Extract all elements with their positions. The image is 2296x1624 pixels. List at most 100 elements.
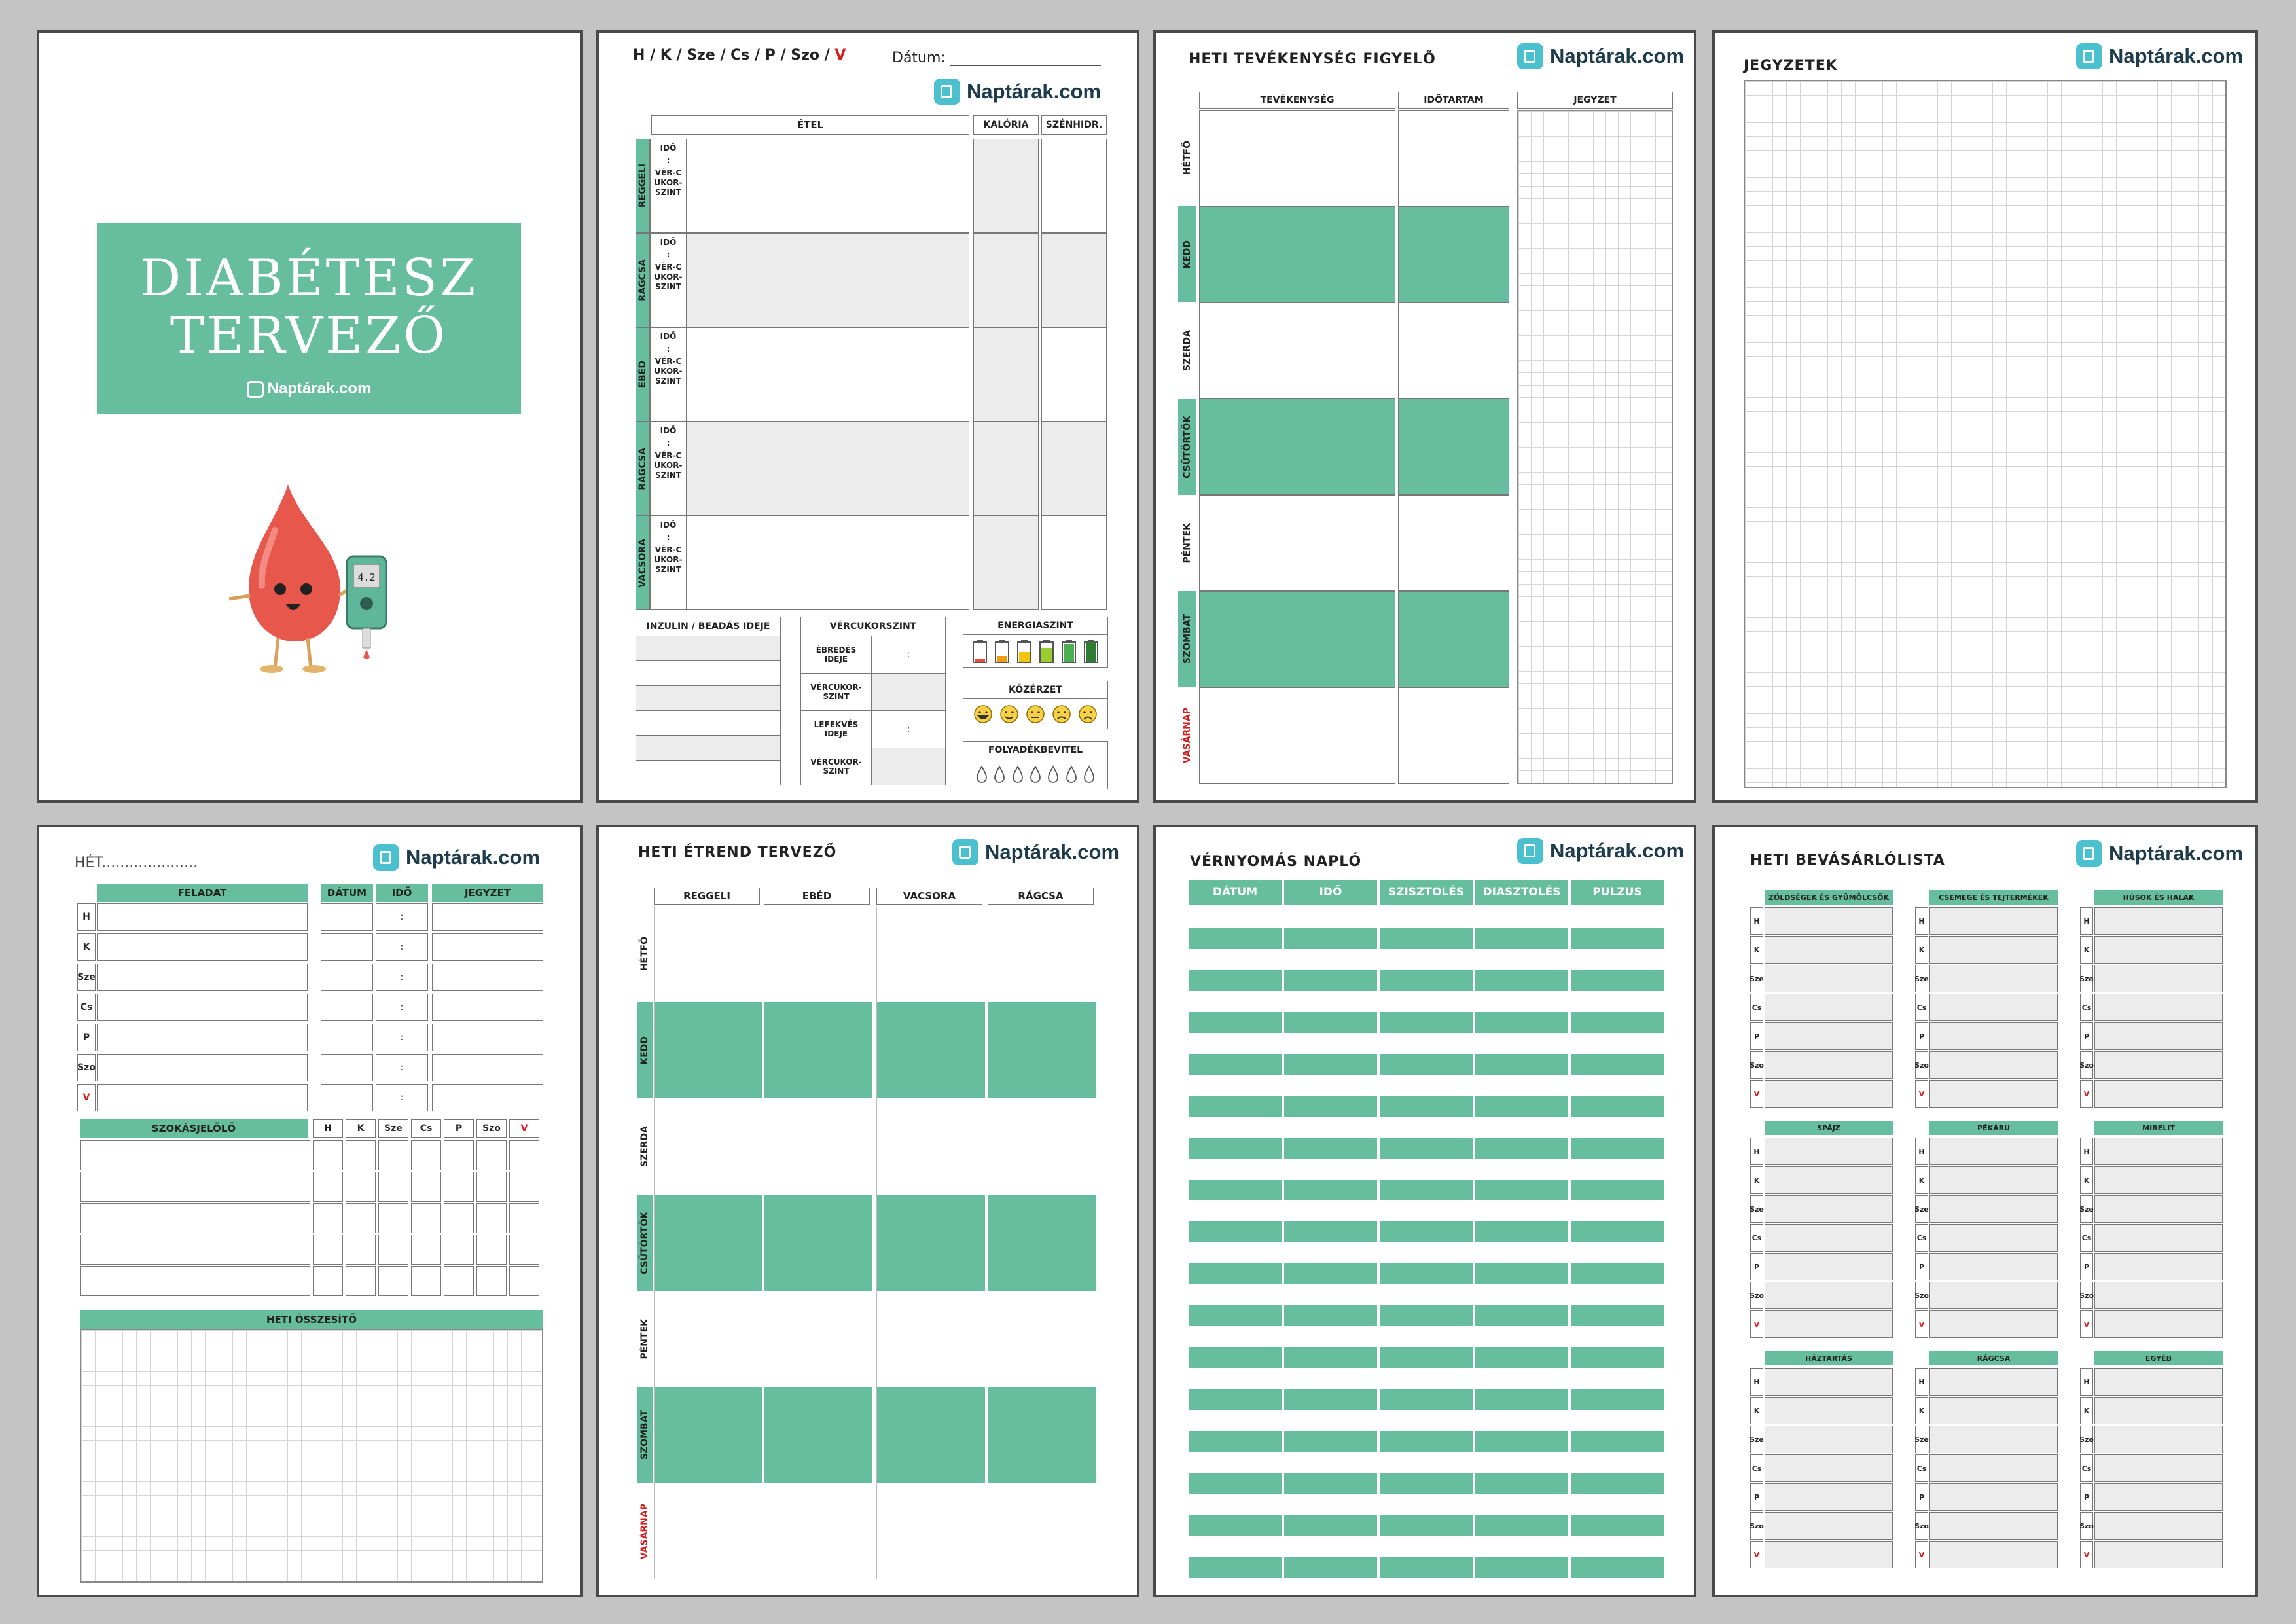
bp-cell[interactable]	[1189, 1452, 1282, 1473]
insulin-row[interactable]	[636, 661, 781, 686]
date-field[interactable]: Dátum:	[892, 50, 1108, 66]
bp-cell[interactable]	[1380, 991, 1473, 1012]
bp-cell[interactable]	[1475, 1431, 1568, 1452]
bp-cell[interactable]	[1571, 907, 1664, 928]
meal-plan-cell[interactable]	[764, 1098, 872, 1195]
bp-cell[interactable]	[1189, 928, 1282, 949]
insulin-row[interactable]	[636, 761, 781, 785]
bp-cell[interactable]	[1189, 1389, 1282, 1410]
bp-cell[interactable]	[1571, 1494, 1664, 1515]
bp-cell[interactable]	[1284, 1117, 1377, 1138]
habit-check-cell[interactable]	[378, 1140, 408, 1170]
habit-check-cell[interactable]	[313, 1172, 343, 1202]
bp-cell[interactable]	[1380, 1389, 1473, 1410]
duration-cell[interactable]	[1398, 206, 1509, 302]
neutral-face-icon[interactable]	[1026, 704, 1045, 724]
bp-cell[interactable]	[1380, 1305, 1473, 1326]
bp-cell[interactable]	[1380, 1012, 1473, 1033]
date-cell[interactable]	[321, 1054, 373, 1081]
activity-cell[interactable]	[1199, 399, 1395, 495]
bp-cell[interactable]	[1475, 907, 1568, 928]
sugar-value-cell[interactable]	[872, 674, 945, 710]
shop-item-cell[interactable]	[1765, 1166, 1893, 1194]
bp-cell[interactable]	[1284, 1012, 1377, 1033]
shop-item-cell[interactable]	[2094, 1166, 2223, 1194]
shop-item-cell[interactable]	[1929, 1051, 2058, 1079]
habit-check-cell[interactable]	[444, 1203, 474, 1233]
habit-check-cell[interactable]	[411, 1172, 441, 1202]
bp-cell[interactable]	[1284, 1536, 1377, 1557]
bp-cell[interactable]	[1380, 1284, 1473, 1305]
habit-check-cell[interactable]	[346, 1140, 376, 1170]
shop-item-cell[interactable]	[2094, 907, 2223, 935]
habit-check-cell[interactable]	[476, 1203, 507, 1233]
shop-item-cell[interactable]	[1765, 1483, 1893, 1511]
bp-cell[interactable]	[1189, 1221, 1282, 1242]
bp-cell[interactable]	[1475, 1221, 1568, 1242]
shop-item-cell[interactable]	[2094, 1051, 2223, 1079]
bp-cell[interactable]	[1189, 970, 1282, 991]
habit-check-cell[interactable]	[476, 1235, 507, 1265]
bp-cell[interactable]	[1571, 1410, 1664, 1431]
meal-plan-cell[interactable]	[988, 1098, 1096, 1195]
task-cell[interactable]	[97, 994, 308, 1021]
food-cell[interactable]	[687, 139, 969, 233]
habit-name-cell[interactable]	[80, 1203, 310, 1233]
time-cell[interactable]: :	[376, 903, 428, 931]
insulin-row[interactable]	[636, 736, 781, 761]
shop-item-cell[interactable]	[1929, 965, 2058, 992]
bp-cell[interactable]	[1475, 1117, 1568, 1138]
day-szo[interactable]: Szo	[791, 47, 819, 63]
bp-cell[interactable]	[1475, 949, 1568, 970]
shop-item-cell[interactable]	[1929, 1282, 2058, 1309]
habit-check-cell[interactable]	[411, 1140, 441, 1170]
food-cell[interactable]	[687, 327, 969, 422]
bp-cell[interactable]	[1189, 1494, 1282, 1515]
meal-plan-cell[interactable]	[764, 1291, 872, 1387]
time-cell[interactable]: :	[376, 1054, 428, 1081]
bp-cell[interactable]	[1571, 1347, 1664, 1368]
bp-cell[interactable]	[1571, 1473, 1664, 1494]
notes-grid[interactable]	[1744, 80, 2227, 788]
bp-cell[interactable]	[1189, 1410, 1282, 1431]
date-cell[interactable]	[321, 1084, 373, 1111]
day-sze[interactable]: Sze	[687, 47, 715, 63]
habit-check-cell[interactable]	[378, 1172, 408, 1202]
bp-cell[interactable]	[1475, 1494, 1568, 1515]
calorie-cell[interactable]	[973, 422, 1039, 516]
bp-cell[interactable]	[1380, 1075, 1473, 1096]
carb-cell[interactable]	[1041, 422, 1107, 516]
bp-cell[interactable]	[1189, 907, 1282, 928]
date-cell[interactable]	[321, 964, 373, 991]
day-k[interactable]: K	[660, 47, 672, 63]
bp-cell[interactable]	[1380, 1054, 1473, 1075]
time-cell[interactable]: :	[376, 994, 428, 1021]
bp-cell[interactable]	[1571, 928, 1664, 949]
task-cell[interactable]	[97, 903, 308, 931]
bp-cell[interactable]	[1380, 1033, 1473, 1054]
shop-item-cell[interactable]	[1765, 1080, 1893, 1108]
bp-cell[interactable]	[1189, 1326, 1282, 1347]
habit-check-cell[interactable]	[411, 1266, 441, 1296]
habit-check-cell[interactable]	[476, 1172, 507, 1202]
meal-plan-cell[interactable]	[654, 1387, 762, 1483]
habit-check-cell[interactable]	[509, 1140, 539, 1170]
shop-item-cell[interactable]	[1765, 1253, 1893, 1280]
bp-cell[interactable]	[1284, 1033, 1377, 1054]
bp-cell[interactable]	[1571, 1557, 1664, 1578]
meal-plan-cell[interactable]	[988, 1195, 1096, 1291]
bp-cell[interactable]	[1475, 1075, 1568, 1096]
bp-cell[interactable]	[1284, 1389, 1377, 1410]
shop-item-cell[interactable]	[1929, 1454, 2058, 1482]
bp-cell[interactable]	[1189, 1159, 1282, 1180]
shop-item-cell[interactable]	[2094, 1541, 2223, 1568]
bp-cell[interactable]	[1284, 928, 1377, 949]
bp-cell[interactable]	[1475, 991, 1568, 1012]
bp-cell[interactable]	[1475, 1180, 1568, 1200]
bp-cell[interactable]	[1284, 1473, 1377, 1494]
shop-item-cell[interactable]	[1765, 965, 1893, 992]
bp-cell[interactable]	[1284, 1452, 1377, 1473]
bp-cell[interactable]	[1380, 1200, 1473, 1221]
bp-cell[interactable]	[1475, 1200, 1568, 1221]
bp-cell[interactable]	[1380, 1494, 1473, 1515]
